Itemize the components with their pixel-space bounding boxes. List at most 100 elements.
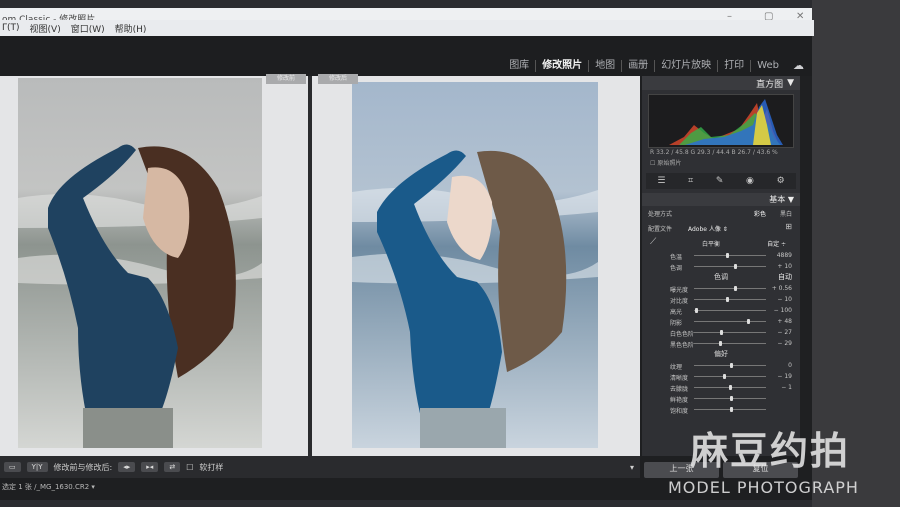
watermark: 麻豆约拍 MODEL PHOTOGRAPH — [668, 420, 858, 497]
profile-select[interactable]: Adobe 人像 ⇕ — [688, 224, 728, 233]
slider-label: 色温 — [670, 254, 683, 261]
treatment-bw-button[interactable]: 黑白 — [780, 209, 792, 218]
before-pane — [0, 76, 310, 456]
slider-label: 饱和度 — [670, 408, 689, 415]
treatment-color-button[interactable]: 彩色 — [754, 209, 766, 218]
slider-knob[interactable] — [730, 363, 733, 368]
slider-row: 色调 + 10 — [642, 261, 800, 272]
histogram-header[interactable]: 直方图 ▼ — [642, 76, 800, 90]
before-after-toggle[interactable]: Y|Y — [26, 462, 48, 472]
slider-value[interactable]: 0 — [788, 362, 792, 369]
slider-track[interactable] — [694, 310, 766, 311]
slider-label: 去朦胧 — [670, 386, 689, 393]
menu-item-view[interactable]: 视图(V) — [30, 22, 61, 35]
menu-bar: Γ(T) 视图(V) 窗口(W) 帮助(H) — [0, 20, 814, 36]
slider-knob[interactable] — [733, 264, 737, 269]
slider-value[interactable]: − 10 — [777, 296, 792, 303]
slider-row: 清晰度 − 19 — [642, 371, 800, 382]
slider-knob[interactable] — [726, 297, 730, 302]
presence-sliders: 纹理 0 清晰度 − 19 去朦胧 − 1 鲜艳度 饱和度 — [642, 360, 800, 415]
histogram[interactable] — [648, 94, 794, 148]
cloud-icon[interactable]: ☁ — [785, 59, 812, 72]
slider-row: 对比度 − 10 — [642, 294, 800, 305]
toolbar-menu-icon[interactable]: ▾ — [630, 463, 634, 472]
sliders-icon[interactable]: ☰ — [657, 176, 665, 186]
slider-value[interactable]: − 1 — [781, 384, 792, 391]
copy-before-button[interactable]: ◂▸ — [118, 462, 136, 472]
original-photo-toggle[interactable]: ☐ 原始照片 — [650, 158, 792, 167]
slider-knob[interactable] — [719, 341, 723, 346]
slider-label: 色调 — [670, 265, 683, 272]
slider-knob[interactable] — [726, 253, 730, 258]
slider-label: 高光 — [670, 309, 683, 316]
soft-proof-checkbox-icon[interactable]: ☐ — [186, 463, 193, 472]
slider-value[interactable]: − 100 — [774, 307, 792, 314]
slider-label: 鲜艳度 — [670, 397, 689, 404]
treatment-row: 处理方式 彩色 黑白 — [642, 206, 800, 220]
module-web[interactable]: Web — [751, 60, 785, 72]
profile-label: 配置文件 — [648, 226, 673, 233]
loupe-view-button[interactable]: ▭ — [4, 462, 21, 472]
collapse-triangle-icon[interactable]: ▼ — [787, 78, 794, 88]
swap-button[interactable]: ⇄ — [164, 462, 181, 472]
slider-row: 饱和度 — [642, 404, 800, 415]
module-library[interactable]: 图库 — [503, 60, 537, 72]
slider-value[interactable]: + 10 — [777, 263, 792, 270]
slider-knob[interactable] — [733, 286, 737, 291]
slider-track[interactable] — [694, 343, 766, 344]
module-print[interactable]: 打印 — [718, 60, 752, 72]
slider-value[interactable]: − 19 — [777, 373, 792, 380]
crop-icon[interactable]: ⌗ — [688, 176, 693, 186]
module-book[interactable]: 画册 — [622, 60, 656, 72]
redeye-icon[interactable]: ◉ — [746, 176, 754, 186]
panel-scrollbar[interactable] — [800, 76, 812, 456]
slider-track[interactable] — [694, 288, 766, 289]
rgb-readout: R 33.2 / 45.8 G 29.3 / 44.4 B 26.7 / 43.… — [650, 149, 778, 156]
profile-browser-icon[interactable]: ⊞ — [785, 222, 792, 231]
slider-row: 高光 − 100 — [642, 305, 800, 316]
copy-after-button[interactable]: ▸◂ — [141, 462, 159, 472]
wb-label: 白平衡 — [702, 241, 721, 248]
slider-track[interactable] — [694, 255, 766, 256]
eyedropper-icon[interactable]: ⟋ — [650, 237, 656, 247]
slider-row: 去朦胧 − 1 — [642, 382, 800, 393]
viewer-toolbar: ▭ Y|Y 修改前与修改后: ◂▸ ▸◂ ⇄ ☐ 软打样 ▾ — [0, 456, 640, 478]
slider-track[interactable] — [694, 376, 766, 377]
slider-knob[interactable] — [729, 385, 733, 390]
slider-row: 色温 4889 — [642, 250, 800, 261]
brush-icon[interactable]: ✎ — [716, 176, 724, 186]
slider-knob[interactable] — [747, 319, 751, 324]
slider-value[interactable]: + 0.56 — [772, 285, 792, 292]
gear-icon[interactable]: ⚙ — [777, 176, 785, 186]
basic-header[interactable]: 基本 ▼ — [642, 193, 800, 206]
slider-label: 白色色阶 — [670, 331, 695, 338]
module-map[interactable]: 地图 — [589, 60, 623, 72]
after-tag: 修改后 — [318, 74, 358, 84]
slider-knob[interactable] — [730, 407, 733, 412]
slider-track[interactable] — [694, 299, 766, 300]
slider-track[interactable] — [694, 332, 766, 333]
wb-select[interactable]: 自定 ÷ — [767, 239, 786, 248]
slider-value[interactable]: + 48 — [777, 318, 792, 325]
slider-knob[interactable] — [722, 374, 726, 379]
slider-track[interactable] — [694, 266, 766, 267]
menu-item-help[interactable]: 帮助(H) — [115, 22, 147, 35]
slider-value[interactable]: − 29 — [777, 340, 792, 347]
slider-knob[interactable] — [730, 396, 733, 401]
tone-auto-button[interactable]: 自动 — [778, 272, 792, 283]
slider-knob[interactable] — [695, 308, 699, 313]
slider-value[interactable]: 4889 — [777, 252, 792, 259]
slider-label: 阴影 — [670, 320, 683, 327]
menu-item-window[interactable]: 窗口(W) — [71, 22, 105, 35]
slider-track[interactable] — [694, 321, 766, 322]
collapse-triangle-icon[interactable]: ▼ — [788, 195, 794, 204]
slider-row: 白色色阶 − 27 — [642, 327, 800, 338]
module-develop[interactable]: 修改照片 — [536, 60, 590, 72]
slider-knob[interactable] — [719, 330, 723, 335]
module-slideshow[interactable]: 幻灯片放映 — [655, 60, 719, 72]
menu-item-tools[interactable]: Γ(T) — [2, 23, 20, 33]
slider-value[interactable]: − 27 — [777, 329, 792, 336]
checkbox-icon[interactable]: ☐ — [650, 160, 655, 167]
slider-label: 黑色色阶 — [670, 342, 695, 349]
filmstrip-selection[interactable]: 选定 1 张 /_MG_1630.CR2 ▾ — [2, 482, 95, 492]
